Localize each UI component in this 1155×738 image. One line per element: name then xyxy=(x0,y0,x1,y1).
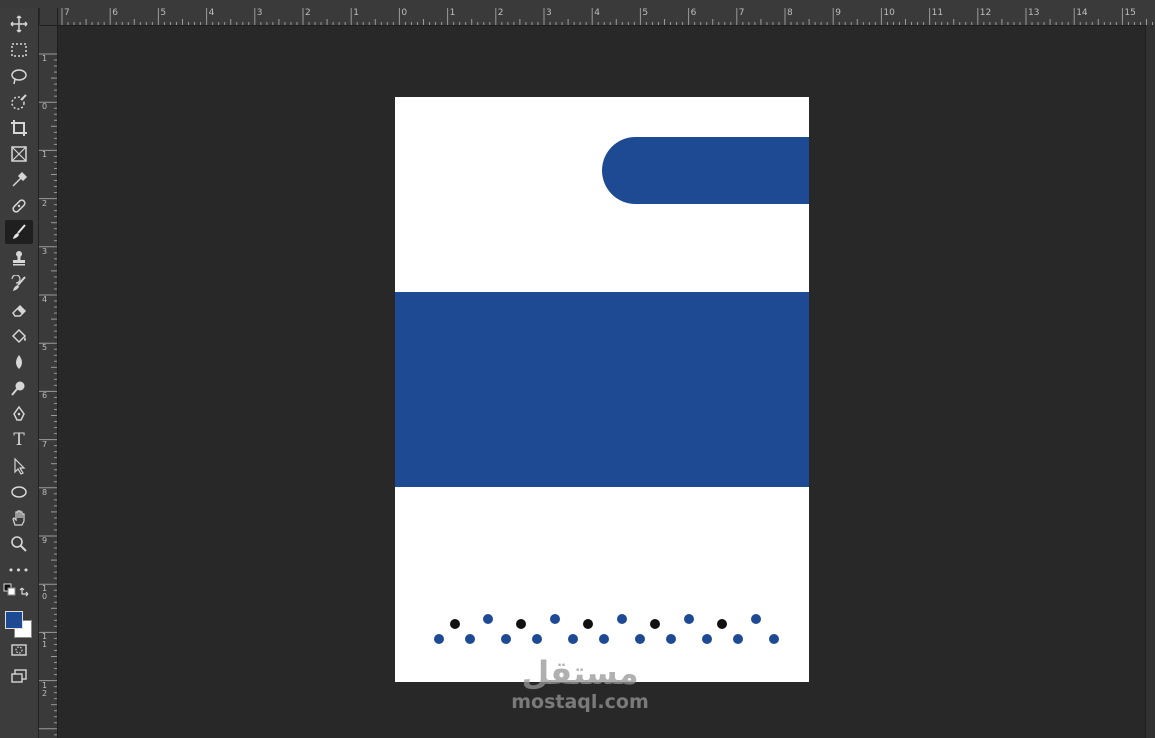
pattern-dot xyxy=(550,614,560,624)
hand-tool-icon[interactable] xyxy=(5,506,33,530)
vertical-ruler[interactable] xyxy=(39,25,58,738)
ruler-left-label: 4 xyxy=(42,295,48,304)
pattern-dot xyxy=(583,619,593,629)
ruler-left-label: 8 xyxy=(42,487,48,497)
ruler-top-label: 3 xyxy=(256,8,263,18)
pattern-dot xyxy=(434,634,444,644)
ruler-left-label: 3 xyxy=(42,246,48,256)
lasso-tool-icon[interactable] xyxy=(5,64,33,88)
pattern-dot xyxy=(769,634,779,644)
more-tools-icon[interactable]: ••• xyxy=(5,558,33,582)
clone-stamp-tool-icon[interactable] xyxy=(5,246,33,270)
marquee-tool-icon[interactable] xyxy=(5,38,33,62)
pattern-dot xyxy=(717,619,727,629)
watermark-arabic: مستقل xyxy=(521,654,639,692)
ruler-top-label: 6 xyxy=(690,8,697,18)
pattern-dot xyxy=(650,619,660,629)
crop-tool-icon[interactable] xyxy=(5,116,33,140)
eraser-tool-icon[interactable] xyxy=(5,298,33,322)
pattern-dot xyxy=(465,634,475,644)
ruler-top-label: 7 xyxy=(738,8,745,18)
ruler-left-label: 1 0 xyxy=(42,584,48,602)
ruler-top-label: 0 xyxy=(401,8,408,18)
pattern-dot xyxy=(617,614,627,624)
pattern-dot xyxy=(684,614,694,624)
ruler-top-label: 13 xyxy=(1028,8,1040,18)
zoom-tool-icon[interactable] xyxy=(5,532,33,556)
ruler-left-label: 1 xyxy=(42,54,48,63)
mostaql-watermark: مستقل mostaql.com xyxy=(500,655,660,713)
ruler-left-label: 6 xyxy=(42,391,48,401)
quick-mask-icon[interactable] xyxy=(5,638,33,662)
ruler-top-label: 5 xyxy=(642,8,649,18)
path-selection-tool-icon[interactable] xyxy=(5,454,33,478)
ruler-top-label: 5 xyxy=(160,8,167,18)
ruler-left-label: 5 xyxy=(42,343,48,353)
ruler-left-label: 1 xyxy=(42,150,48,160)
screen-mode-icon[interactable] xyxy=(5,664,33,688)
pattern-dot xyxy=(599,634,609,644)
ruler-top-label: 14 xyxy=(1076,8,1088,18)
pattern-dot xyxy=(516,619,526,629)
frame-tool-icon[interactable] xyxy=(5,142,33,166)
pen-tool-icon[interactable] xyxy=(5,402,33,426)
pattern-dot xyxy=(532,634,542,644)
ruler-top-label: 11 xyxy=(931,8,944,18)
ruler-top-label: 15 xyxy=(1124,8,1136,18)
ruler-top-label: 7 xyxy=(64,8,70,18)
blur-tool-icon[interactable] xyxy=(5,350,33,374)
default-colors-icon[interactable] xyxy=(3,583,17,597)
ruler-top-label: 9 xyxy=(835,8,841,18)
ruler-top-label: 12 xyxy=(979,8,992,18)
ruler-top-label: 10 xyxy=(883,8,895,18)
pattern-dot xyxy=(450,619,460,629)
dodge-tool-icon[interactable] xyxy=(5,376,33,400)
ruler-left-label: 2 xyxy=(42,198,48,208)
document-canvas[interactable] xyxy=(395,97,809,682)
ruler-top-label: 2 xyxy=(497,8,504,18)
foreground-color-swatch[interactable] xyxy=(5,611,23,629)
healing-brush-tool-icon[interactable] xyxy=(5,194,33,218)
ruler-left-label: 1 1 xyxy=(42,632,48,650)
ruler-corner xyxy=(40,8,58,26)
ruler-top-label: 3 xyxy=(546,8,552,18)
brush-tool-icon[interactable] xyxy=(5,220,33,244)
move-tool-icon[interactable] xyxy=(5,12,33,36)
ruler-top-label: 4 xyxy=(208,8,215,18)
pattern-dot xyxy=(635,634,645,644)
blue-rounded-banner xyxy=(602,137,809,204)
ruler-left-label: 1 2 xyxy=(42,680,48,698)
ruler-top-label: 2 xyxy=(305,8,311,18)
ruler-top-label: 6 xyxy=(112,8,118,18)
pattern-dot xyxy=(666,634,676,644)
ruler-left-label: 7 xyxy=(42,439,48,449)
pattern-dot xyxy=(568,634,578,644)
swap-colors-icon[interactable] xyxy=(19,583,33,597)
pattern-dot xyxy=(733,634,743,644)
eyedropper-tool-icon[interactable] xyxy=(5,168,33,192)
type-tool-icon[interactable]: T xyxy=(5,428,33,452)
ruler-top-label: 4 xyxy=(594,8,600,18)
pattern-dot xyxy=(751,614,761,624)
ruler-left-label: 9 xyxy=(42,536,48,545)
ruler-top-label: 1 xyxy=(353,8,359,18)
ruler-left-label: 0 xyxy=(42,102,48,112)
quick-selection-tool-icon[interactable] xyxy=(5,90,33,114)
vertical-scrollbar[interactable] xyxy=(1145,25,1155,738)
watermark-english: mostaql.com xyxy=(511,691,649,713)
ruler-top-label: 8 xyxy=(787,8,793,18)
tools-panel: T ••• xyxy=(0,8,39,738)
paint-bucket-tool-icon[interactable] xyxy=(5,324,33,348)
ellipse-tool-icon[interactable] xyxy=(5,480,33,504)
pattern-dot xyxy=(483,614,493,624)
ruler-top-label: 1 xyxy=(449,8,456,18)
pattern-dot xyxy=(501,634,511,644)
pattern-dot xyxy=(702,634,712,644)
blue-band xyxy=(395,292,809,487)
history-brush-tool-icon[interactable] xyxy=(5,272,33,296)
